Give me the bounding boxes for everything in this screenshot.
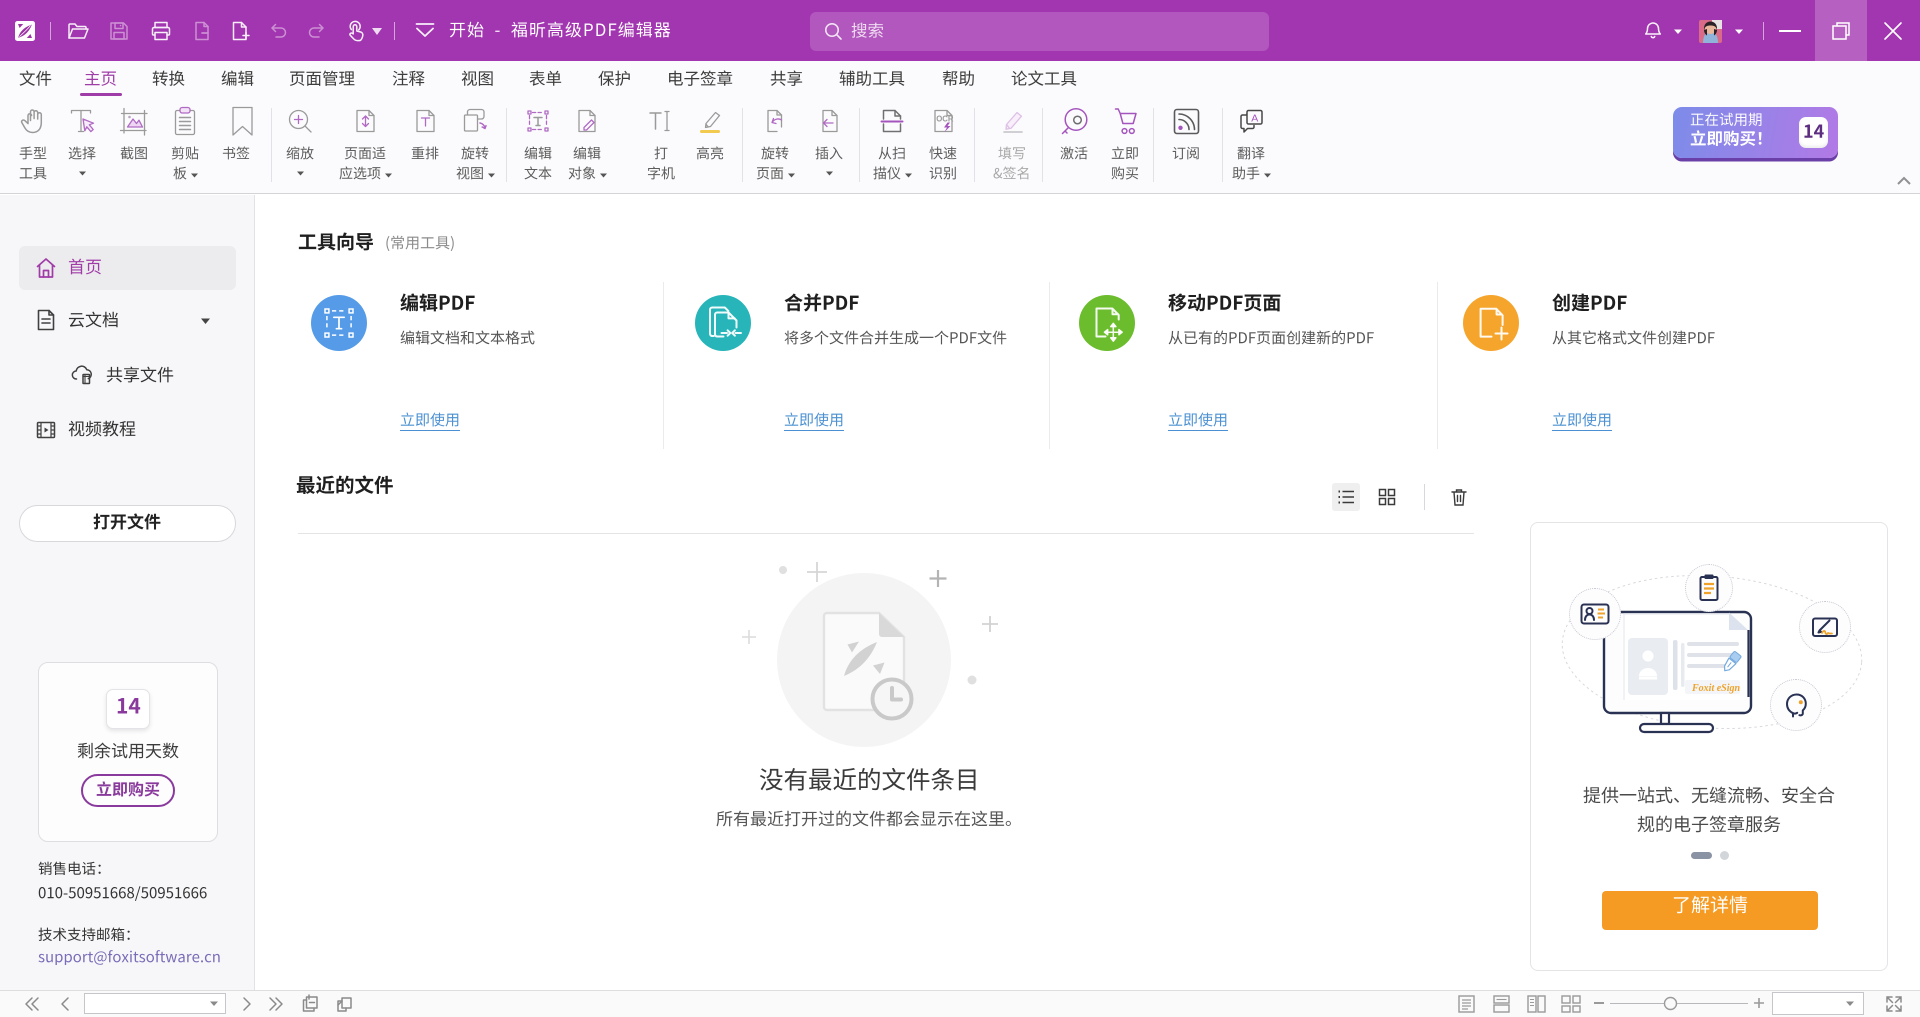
svg-text:OCR: OCR	[936, 115, 954, 124]
svg-text:Foxit eSign: Foxit eSign	[1691, 683, 1741, 694]
svg-text:A: A	[1251, 113, 1258, 125]
